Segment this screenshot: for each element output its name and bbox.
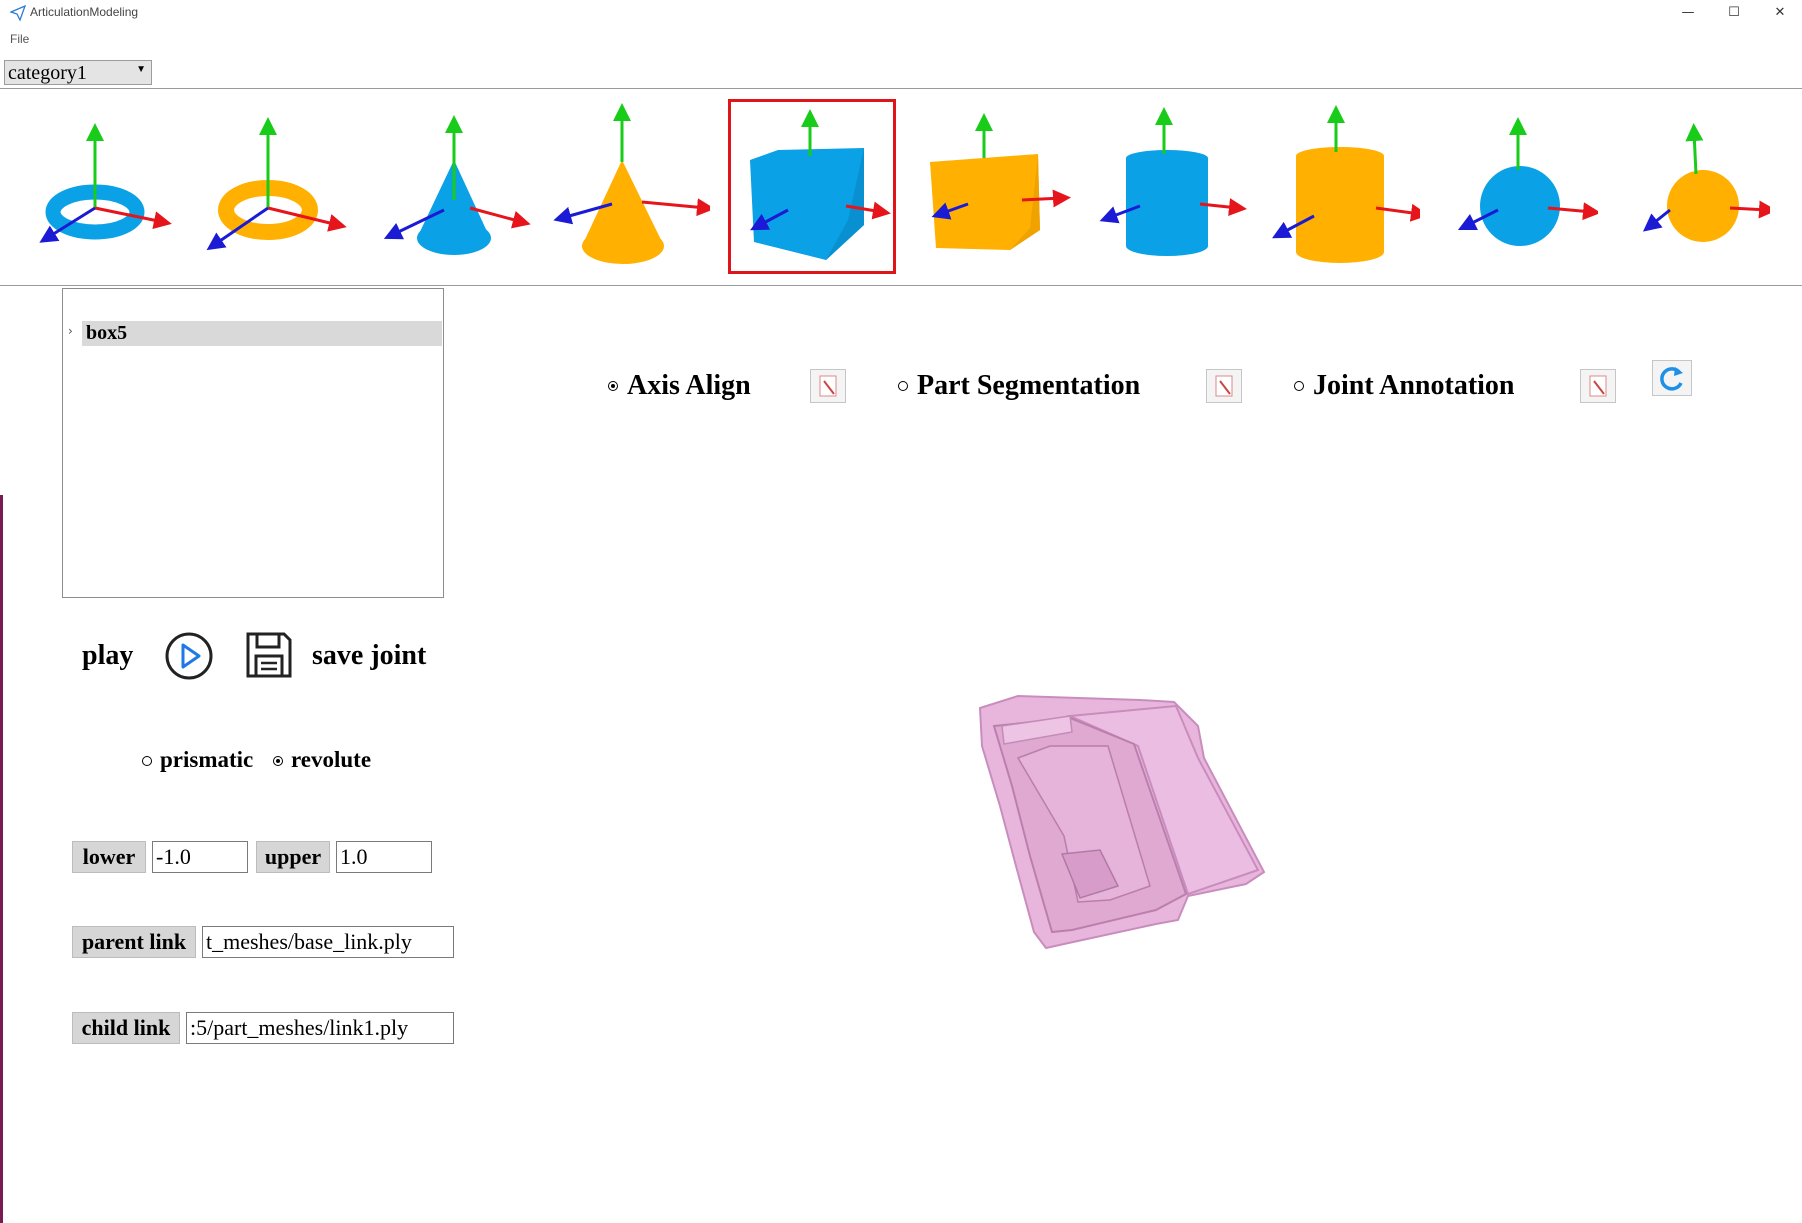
floppy-disk-icon[interactable] [244,630,294,680]
edit-icon [1589,375,1607,397]
child-link-input[interactable]: :5/part_meshes/link1.ply [186,1012,454,1044]
shape-box-blue[interactable] [728,100,898,275]
title-bar: ArticulationModeling — ☐ ✕ [0,0,1802,28]
play-label: play [82,640,134,671]
category-value: category1 [8,62,87,84]
app-icon [10,5,26,21]
upper-input[interactable]: 1.0 [336,841,432,873]
joint-annotation-radio[interactable] [1294,381,1304,391]
joint-annotation-edit-button[interactable] [1580,369,1616,403]
joint-annotation-label: Joint Annotation [1313,370,1515,401]
part-segmentation-edit-button[interactable] [1206,369,1242,403]
revolute-radio[interactable] [273,756,283,766]
revolute-label: revolute [291,747,372,772]
prismatic-radio[interactable] [142,756,152,766]
divider [0,285,1802,286]
axis-align-label: Axis Align [627,370,751,401]
mesh-viewport[interactable] [960,686,1310,976]
edit-icon [1215,375,1233,397]
shape-torus-blue[interactable] [15,100,185,275]
window-edge [0,495,3,1223]
shape-sphere-blue[interactable] [1428,100,1598,275]
shape-box-orange[interactable] [902,100,1072,275]
child-link-label: child link [72,1012,180,1044]
part-segmentation-label: Part Segmentation [917,370,1141,401]
menu-file[interactable]: File [10,32,29,46]
divider [0,88,1802,89]
shape-cylinder-blue[interactable] [1078,100,1248,275]
axis-align-edit-button[interactable] [810,369,846,403]
shape-cone-orange[interactable] [540,100,710,275]
shape-cylinder-orange[interactable] [1250,100,1420,275]
part-segmentation-radio[interactable] [898,381,908,391]
minimize-button[interactable]: — [1668,2,1708,24]
maximize-button[interactable]: ☐ [1714,2,1754,24]
category-dropdown[interactable]: category1 ▼ [4,60,152,85]
refresh-icon [1660,367,1683,391]
lower-input[interactable]: -1.0 [152,841,248,873]
close-button[interactable]: ✕ [1760,2,1800,24]
parent-link-input[interactable]: t_meshes/base_link.ply [202,926,454,958]
chevron-down-icon: ▼ [136,64,146,75]
tree-item-label: box5 [86,322,128,344]
window-title: ArticulationModeling [30,5,139,19]
shape-sphere-orange[interactable] [1600,100,1770,275]
play-circle-icon[interactable] [164,631,214,681]
parent-link-label: parent link [72,926,196,958]
lower-label: lower [72,841,146,873]
save-joint-button[interactable]: save joint [312,640,426,672]
refresh-button[interactable] [1652,360,1692,396]
chevron-right-icon[interactable]: › [68,324,73,338]
shape-cone-blue[interactable] [362,100,532,275]
tree-item[interactable] [82,321,442,346]
shape-torus-orange[interactable] [188,100,358,275]
edit-icon [819,375,837,397]
upper-label: upper [256,841,330,873]
axis-align-radio[interactable] [608,381,618,391]
prismatic-label: prismatic [160,747,254,772]
